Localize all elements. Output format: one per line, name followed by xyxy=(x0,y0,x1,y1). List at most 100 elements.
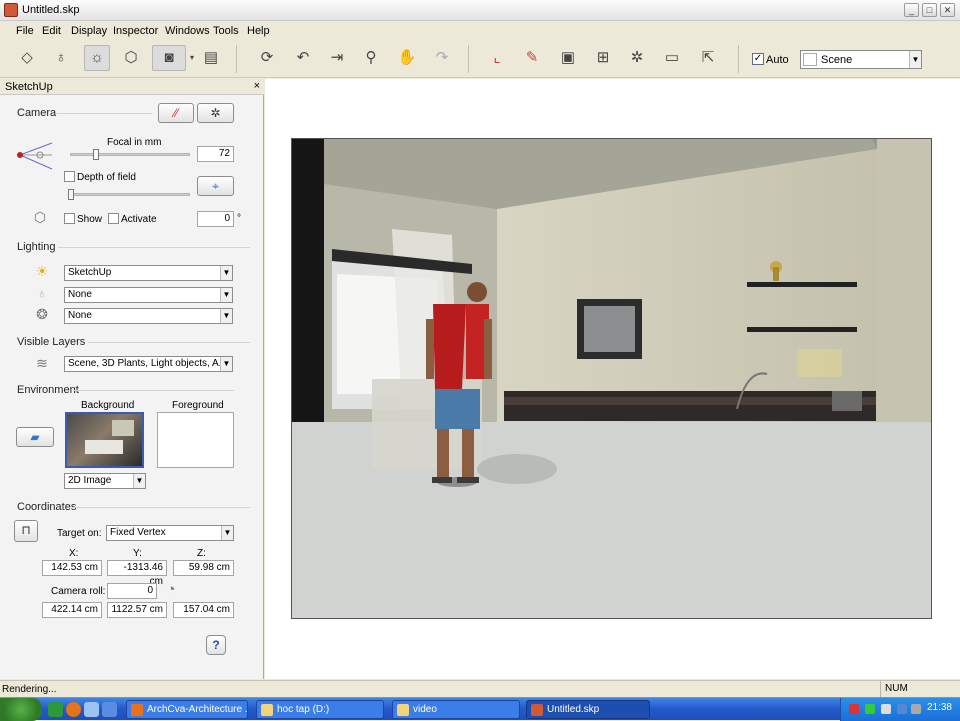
menu-help[interactable]: Help xyxy=(247,25,270,37)
chevron-down-icon[interactable]: ▼ xyxy=(909,51,921,68)
depth-slider[interactable] xyxy=(70,193,190,196)
render-viewport[interactable] xyxy=(291,138,932,619)
undo-icon[interactable]: ↶ xyxy=(290,45,316,71)
orbit-icon[interactable]: ⟳ xyxy=(254,45,280,71)
lamp-select[interactable]: None ▼ xyxy=(64,287,233,303)
folder-icon xyxy=(397,704,409,716)
camera-y-input[interactable]: 1122.57 cm xyxy=(107,602,167,618)
menu-display[interactable]: Display xyxy=(71,25,107,37)
task-untitled-skp[interactable]: Untitled.skp xyxy=(526,700,650,719)
camera-roll-input[interactable]: 0 xyxy=(107,583,157,599)
x-label: X: xyxy=(69,548,79,559)
depth-of-field-checkbox[interactable] xyxy=(64,171,75,182)
num-lock-indicator: NUM xyxy=(880,681,958,697)
depth-slider-handle[interactable] xyxy=(68,189,74,200)
focal-slider[interactable] xyxy=(70,153,190,156)
color-picker-icon[interactable]: ✎ xyxy=(519,45,545,71)
layers-select[interactable]: Scene, 3D Plants, Light objects, A... ▼ xyxy=(64,356,233,372)
chevron-down-icon[interactable]: ▼ xyxy=(220,309,232,323)
sun-icon[interactable]: ☼ xyxy=(84,45,110,71)
menu-file[interactable]: File xyxy=(16,25,34,37)
camera-settings-button[interactable]: ✲ xyxy=(197,103,234,123)
target-x-input[interactable]: 142.53 cm xyxy=(42,560,102,576)
chevron-down-icon[interactable]: ▼ xyxy=(133,474,145,488)
chevron-down-icon[interactable]: ▼ xyxy=(220,357,232,371)
menu-windows[interactable]: Windows xyxy=(165,25,210,37)
quicklaunch-icon[interactable] xyxy=(48,702,63,717)
cube-icon[interactable]: ⬡ xyxy=(118,45,144,71)
layers-icon: ≋ xyxy=(36,355,48,371)
tray-icon[interactable] xyxy=(881,704,891,714)
menu-inspector[interactable]: Inspector xyxy=(113,25,158,37)
target-select[interactable]: Fixed Vertex ▼ xyxy=(106,525,234,541)
document-icon[interactable]: ▤ xyxy=(198,45,224,71)
firefox-icon[interactable] xyxy=(66,702,81,717)
environment-image-button[interactable]: ▰ xyxy=(16,427,54,447)
task-video[interactable]: video xyxy=(392,700,520,719)
panel-title: SketchUp xyxy=(5,81,53,93)
close-button[interactable]: ✕ xyxy=(940,3,955,17)
tray-icon[interactable] xyxy=(911,704,921,714)
auto-checkbox[interactable]: ✓ xyxy=(752,53,764,65)
minimize-button[interactable]: _ xyxy=(904,3,919,17)
maximize-button[interactable]: □ xyxy=(922,3,937,17)
scene-select[interactable]: Scene ▼ xyxy=(800,50,922,69)
taskbar: ArchCva-Architecture ... hoc tap (D:) vi… xyxy=(0,697,960,721)
task-hoc-tap[interactable]: hoc tap (D:) xyxy=(256,700,384,719)
camera-x-input[interactable]: 422.14 cm xyxy=(42,602,102,618)
help-button[interactable]: ? xyxy=(206,635,226,655)
foreground-thumbnail[interactable] xyxy=(157,412,234,468)
camera-dropdown-icon[interactable]: ▾ xyxy=(190,46,194,70)
chevron-down-icon[interactable]: ▼ xyxy=(221,526,233,540)
chevron-down-icon[interactable]: ▼ xyxy=(220,288,232,302)
render-camera-icon[interactable]: ▣ xyxy=(555,45,581,71)
roll-dial-icon[interactable]: ◔ xyxy=(162,581,180,598)
angle-input[interactable]: 0 xyxy=(197,211,234,227)
window-icon[interactable]: ▭ xyxy=(659,45,685,71)
target-z-input[interactable]: 59.98 cm xyxy=(173,560,234,576)
camera-z-input[interactable]: 157.04 cm xyxy=(173,602,234,618)
desktop-icon[interactable] xyxy=(84,702,99,717)
quicklaunch-icon[interactable] xyxy=(102,702,117,717)
camera-icon[interactable]: ◙ ▾ xyxy=(152,45,194,71)
start-button[interactable] xyxy=(0,698,42,721)
menu-tools[interactable]: Tools xyxy=(213,25,239,37)
tray-icon[interactable] xyxy=(897,704,907,714)
task-archcva[interactable]: ArchCva-Architecture ... xyxy=(126,700,248,719)
show-checkbox[interactable] xyxy=(64,213,75,224)
chevron-down-icon[interactable]: ▼ xyxy=(220,266,232,280)
tray-icon[interactable] xyxy=(849,704,859,714)
lightbulb-icon[interactable]: ♁ xyxy=(48,45,74,71)
focus-target-button[interactable]: ⌖ xyxy=(197,176,234,196)
background-type-select[interactable]: 2D Image ▼ xyxy=(64,473,146,489)
sun-cloud-icon: ☀ xyxy=(35,263,49,279)
thumb-bed xyxy=(85,440,123,454)
gear-icon[interactable]: ✲ xyxy=(624,45,650,71)
pan-hand-icon[interactable]: ✋ xyxy=(394,45,420,71)
menu-edit[interactable]: Edit xyxy=(42,25,61,37)
scene-color-swatch xyxy=(803,53,817,66)
zoom-icon[interactable]: ⚲ xyxy=(358,45,384,71)
task-label: Untitled.skp xyxy=(547,704,600,715)
background-thumbnail[interactable] xyxy=(65,412,144,468)
panel-close-button[interactable]: × xyxy=(254,80,260,92)
emitter-select[interactable]: None ▼ xyxy=(64,308,233,324)
paint-bucket-icon[interactable]: ◇ xyxy=(14,45,40,71)
focal-slider-handle[interactable] xyxy=(93,149,99,160)
frame-icon[interactable]: ⌞ xyxy=(484,45,510,71)
target-y-input[interactable]: -1313.46 cm xyxy=(107,560,167,587)
status-bar: Rendering... NUM xyxy=(0,680,960,697)
system-tray: 21:38 xyxy=(840,698,960,721)
activate-checkbox[interactable] xyxy=(108,213,119,224)
zoom-extents-icon[interactable]: ⇥ xyxy=(324,45,350,71)
export-icon[interactable]: ⇱ xyxy=(695,45,721,71)
emitter-select-value: None xyxy=(68,310,92,321)
tray-icon[interactable] xyxy=(865,704,875,714)
sun-select[interactable]: SketchUp ▼ xyxy=(64,265,233,281)
focal-input[interactable]: 72 xyxy=(197,146,234,162)
camera-color-button[interactable]: ⁄⁄ xyxy=(158,103,194,123)
lock-icon[interactable]: ⊓ xyxy=(14,520,38,542)
crop-icon[interactable]: ⊞ xyxy=(590,45,616,71)
title-bar: Untitled.skp _ □ ✕ xyxy=(0,0,960,21)
redo-icon[interactable]: ↷ xyxy=(429,45,455,71)
